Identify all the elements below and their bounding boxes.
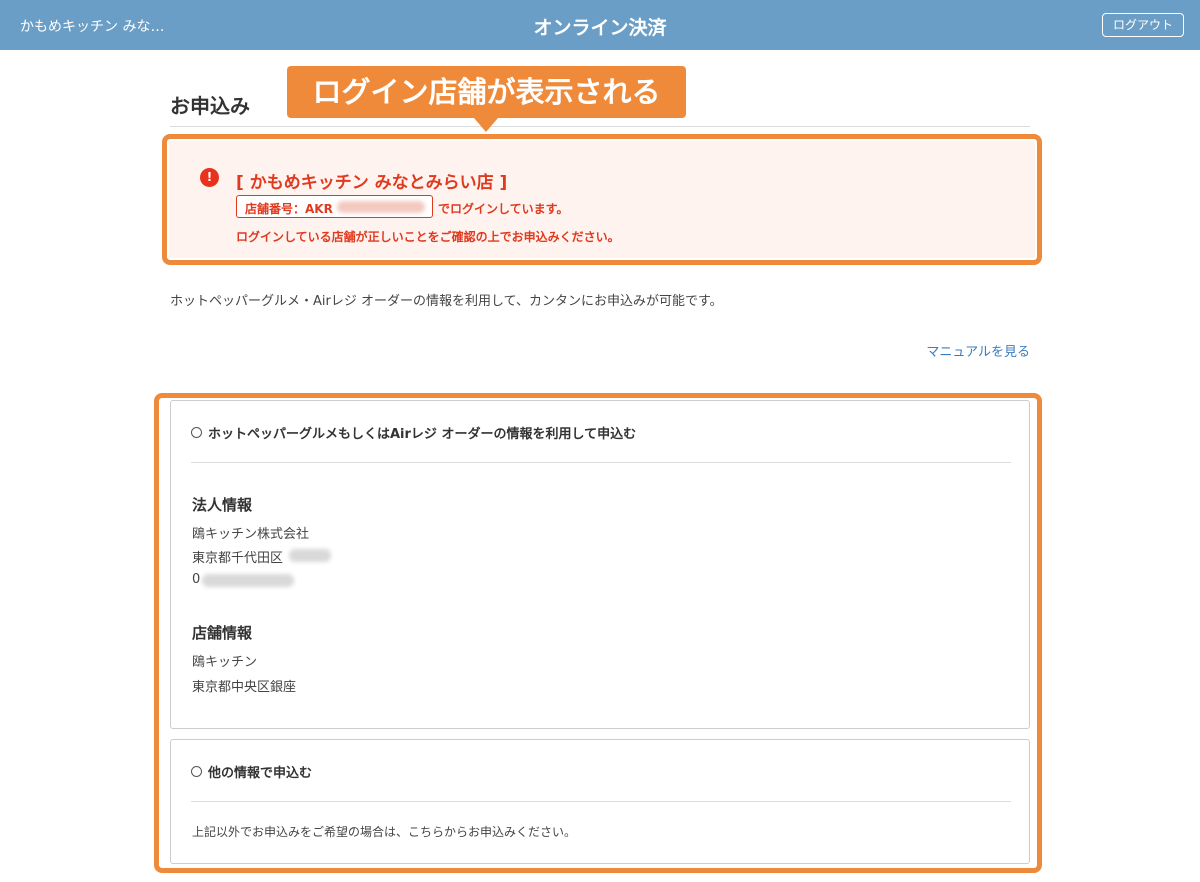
heading-divider: [170, 126, 1030, 127]
page-title: オンライン決済: [533, 17, 667, 39]
highlight-frame-alert: [162, 134, 1042, 265]
annotation-callout-tail: [474, 118, 498, 132]
logout-button[interactable]: ログアウト: [1101, 13, 1184, 37]
top-bar: かもめキッチン みな… オンライン決済 ログアウト: [0, 0, 1200, 50]
manual-link[interactable]: マニュアルを見る: [926, 341, 1030, 360]
intro-text: ホットペッパーグルメ・Airレジ オーダーの情報を利用して、カンタンにお申込みが…: [170, 294, 723, 309]
highlight-frame-options: [154, 393, 1042, 873]
annotation-callout: ログイン店舗が表示される: [287, 66, 686, 118]
section-heading: お申込み: [170, 94, 250, 118]
